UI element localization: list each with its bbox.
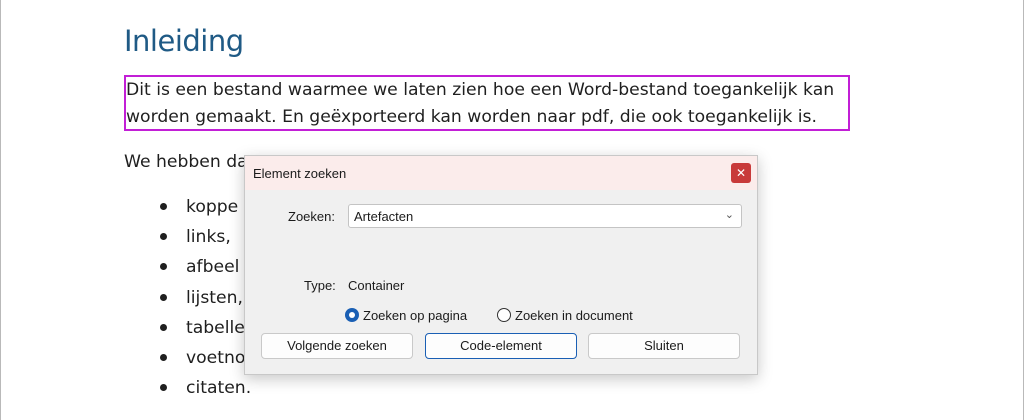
type-value: Container	[348, 278, 405, 293]
radio-search-page-label: Zoeken op pagina	[363, 307, 468, 323]
list-item: voetno	[160, 343, 251, 373]
bullet-icon	[160, 263, 167, 271]
search-select[interactable]: Artefacten ⌄	[348, 204, 742, 228]
radio-checked-icon	[345, 308, 359, 322]
list-item-text: afbeel	[186, 257, 240, 278]
document-heading: Inleiding	[124, 24, 244, 58]
list-item-text: voetno	[186, 348, 246, 369]
list-item: tabelle	[160, 313, 251, 343]
radio-search-page[interactable]: Zoeken op pagina	[345, 307, 467, 323]
bullet-icon	[160, 384, 167, 392]
intro-line-1: Dit is een bestand waarmee we laten zien…	[126, 80, 835, 100]
list-item-text: tabelle	[186, 317, 245, 338]
find-next-button[interactable]: Volgende zoeken	[261, 333, 413, 359]
intro-line-2: worden gemaakt. En geëxporteerd kan word…	[126, 107, 817, 127]
search-label: Zoeken:	[288, 209, 335, 224]
bullet-icon	[160, 293, 167, 301]
search-select-value: Artefacten	[354, 209, 414, 224]
list-item-text: citaten.	[186, 378, 252, 399]
list-item-text: lijsten,	[186, 287, 243, 308]
radio-search-document[interactable]: Zoeken in document	[497, 307, 633, 323]
radio-unchecked-icon	[497, 308, 511, 322]
bullet-icon	[160, 203, 167, 210]
bullet-list: koppe links, afbeel lijsten, tabelle voe…	[160, 192, 251, 403]
intro-paragraph-highlighted: Dit is een bestand waarmee we laten zien…	[124, 75, 850, 131]
dialog-title: Element zoeken	[253, 166, 347, 181]
radio-search-document-label: Zoeken in document	[515, 307, 633, 323]
dialog-titlebar[interactable]: Element zoeken ✕	[245, 156, 757, 190]
chevron-down-icon: ⌄	[724, 208, 734, 221]
type-label: Type:	[304, 278, 336, 293]
list-item: koppe	[160, 192, 251, 222]
bullet-icon	[160, 233, 167, 241]
bullet-icon	[160, 354, 167, 362]
second-paragraph: We hebben da	[124, 152, 248, 172]
list-item: links,	[160, 222, 251, 252]
find-element-dialog: Element zoeken ✕ Zoeken: Artefacten ⌄ Ty…	[244, 155, 758, 375]
close-icon: ✕	[735, 166, 747, 180]
close-dialog-button[interactable]: Sluiten	[588, 333, 740, 359]
list-item-text: links,	[186, 227, 231, 248]
list-item: lijsten,	[160, 283, 251, 313]
page-edge-left	[0, 0, 1, 420]
list-item: citaten.	[160, 373, 251, 403]
bullet-icon	[160, 323, 167, 331]
close-button[interactable]: ✕	[731, 163, 751, 183]
code-element-button[interactable]: Code-element	[425, 333, 577, 359]
list-item-text: koppe	[186, 197, 239, 217]
list-item: afbeel	[160, 252, 251, 282]
